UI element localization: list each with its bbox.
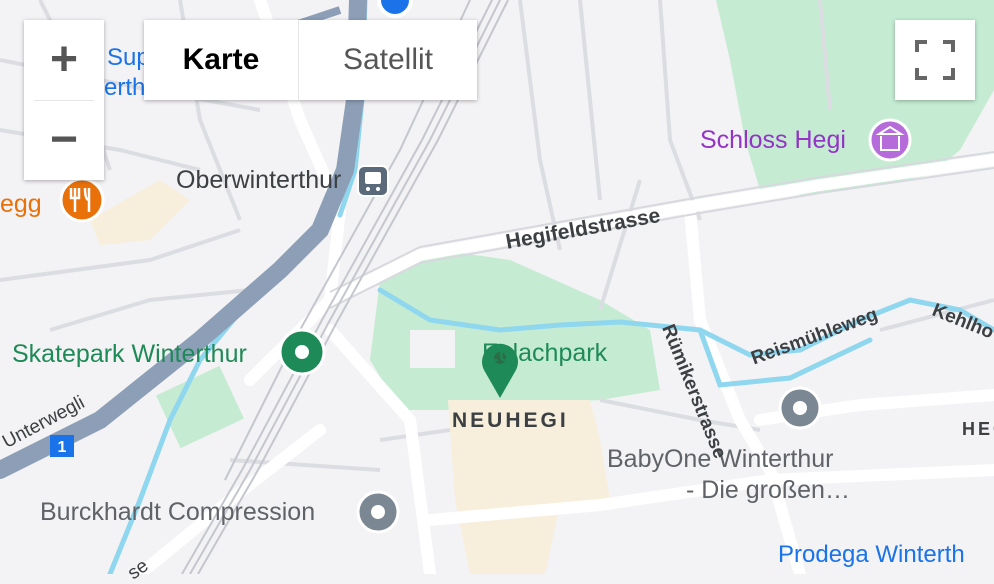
label-oberwinterthur[interactable]: Oberwinterthur [176,168,341,193]
shop-marker-icon [778,386,822,430]
map-type-satellit-button[interactable]: Satellit [299,20,477,100]
museum-icon [868,118,912,162]
label-neuhegi: NEUHEGI [452,409,569,432]
map-type-karte-button[interactable]: Karte [144,20,298,100]
label-erth-partial: erth [104,74,146,101]
business-marker-icon [356,490,400,534]
label-eulachpark[interactable]: Eulachpark [482,341,607,366]
label-babyone-line2[interactable]: - Die großen… [686,478,850,503]
map-type-control: Karte Satellit [144,20,477,100]
park-inner-white [410,330,455,368]
minus-icon: − [49,113,79,166]
label-skatepark[interactable]: Skatepark Winterthur [12,342,247,367]
label-prodega[interactable]: Prodega Winterth [778,543,965,567]
plus-icon: + [49,33,79,86]
label-heg-partial: HEG [962,419,994,439]
zoom-control: + − [24,20,104,180]
label-schloss-hegi[interactable]: Schloss Hegi [700,128,846,153]
fullscreen-button[interactable] [895,20,975,100]
label-burckhardt[interactable]: Burckhardt Compression [40,500,315,525]
park-skate-field [156,365,244,449]
skatepark-marker-icon [278,328,326,376]
train-station-icon [357,165,389,197]
restaurant-icon [59,177,105,223]
fullscreen-icon [915,40,955,80]
transit-marker-icon [377,0,413,18]
zoom-out-button[interactable]: − [24,100,104,180]
route-shield-label: 1 [58,439,67,456]
label-egg-partial: egg [0,190,42,218]
builtup-west [90,180,190,245]
zoom-in-button[interactable]: + [24,20,104,100]
